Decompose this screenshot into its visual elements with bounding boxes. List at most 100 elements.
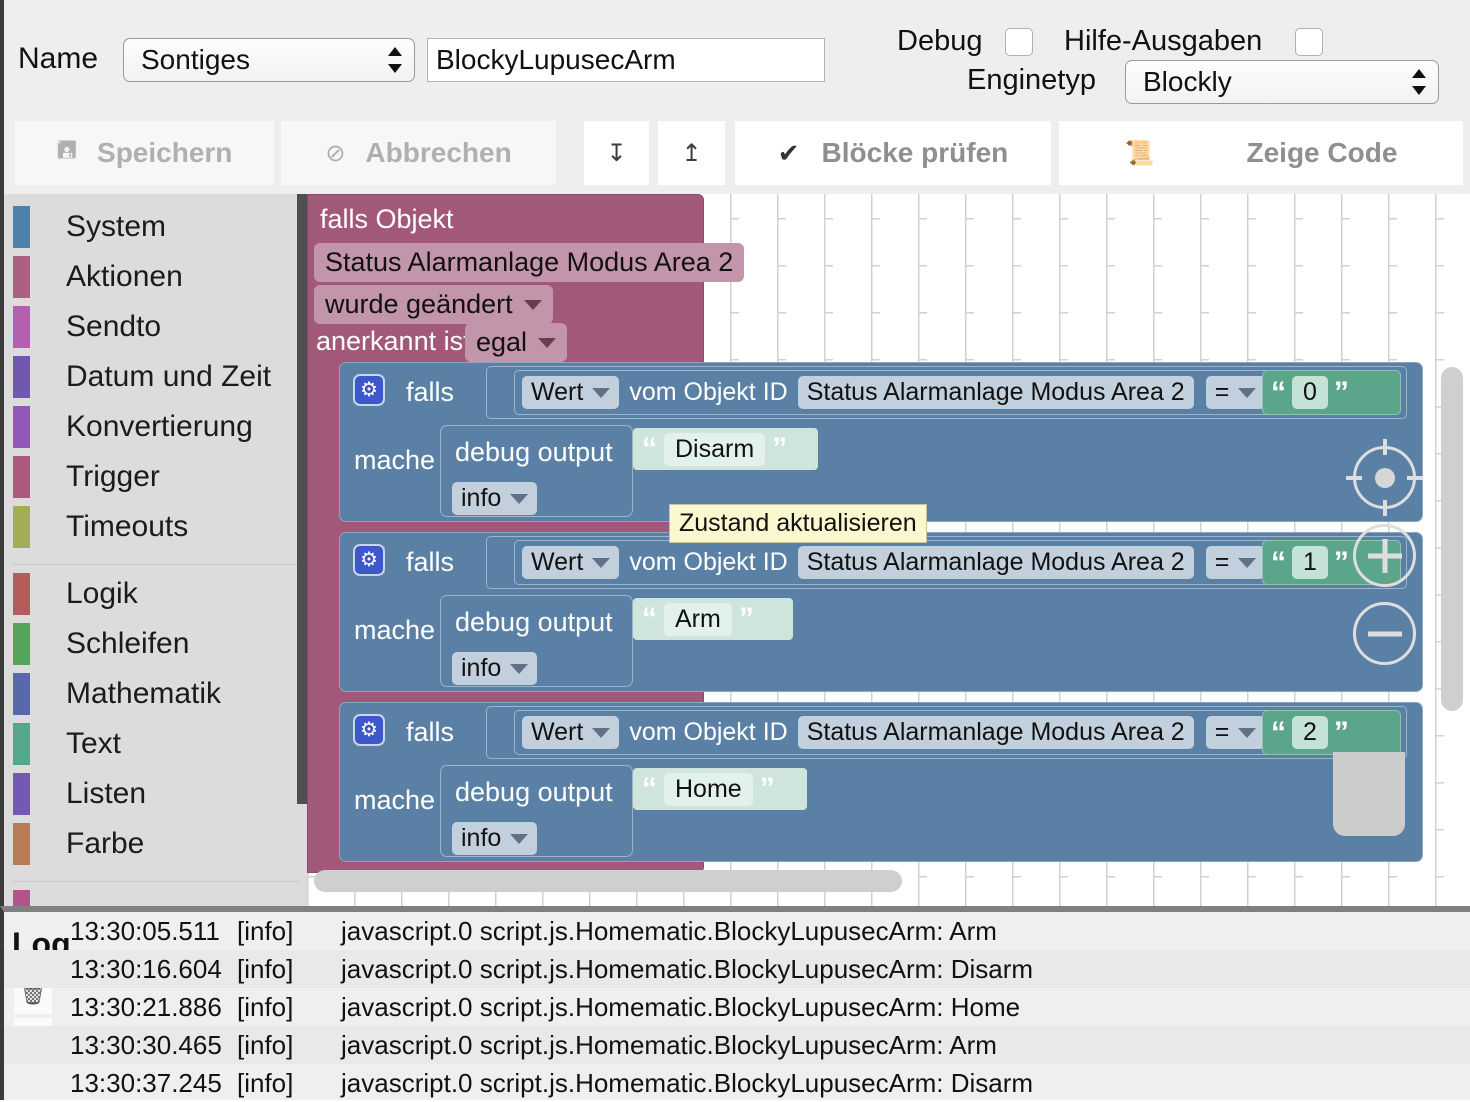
category-label: System bbox=[66, 210, 167, 243]
chevron-down-icon bbox=[523, 299, 542, 310]
script-category-select[interactable]: Sontiges bbox=[123, 38, 415, 82]
trigger-condition-value: wurde geändert bbox=[325, 289, 513, 319]
category-label: Schleifen bbox=[66, 627, 190, 660]
show-code-button[interactable]: 📜 Zeige Code bbox=[1059, 121, 1463, 185]
text-literal-value[interactable]: 0 bbox=[1292, 376, 1328, 409]
gear-icon[interactable]: ⚙ bbox=[353, 714, 385, 746]
cancel-icon: ⊘ bbox=[325, 139, 346, 167]
log-row[interactable]: 13:30:30.465 [info] javascript.0 script.… bbox=[4, 1026, 1470, 1064]
getter-type-dropdown[interactable]: Wert bbox=[522, 376, 620, 409]
blockly-canvas[interactable]: falls Objekt Status Alarmanlage Modus Ar… bbox=[307, 194, 1470, 906]
toolbox-category-schleifen[interactable]: Schleifen bbox=[4, 619, 307, 669]
enginetype-select[interactable]: Blockly bbox=[1125, 60, 1439, 104]
debug-output-block-2[interactable]: debug output info bbox=[440, 595, 633, 687]
toolbox-category-datum-und-zeit[interactable]: Datum und Zeit bbox=[4, 352, 307, 402]
tooltip: Zustand aktualisieren bbox=[669, 504, 927, 543]
debug-checkbox[interactable] bbox=[1005, 28, 1033, 56]
getter-object-field[interactable]: Status Alarmanlage Modus Area 2 bbox=[797, 716, 1194, 749]
log-timestamp: 13:30:37.245 bbox=[70, 1067, 222, 1098]
toolbox-category-partial[interactable] bbox=[4, 886, 307, 906]
toolbox-category-mathematik[interactable]: Mathematik bbox=[4, 669, 307, 719]
toolbox-category-system[interactable]: System bbox=[4, 202, 307, 252]
debug-level-dropdown[interactable]: info bbox=[452, 652, 538, 685]
debug-text-block-2[interactable]: “ Arm ” bbox=[633, 598, 793, 640]
log-row[interactable]: 13:30:16.604 [info] javascript.0 script.… bbox=[4, 950, 1470, 988]
zoom-out-icon[interactable] bbox=[1353, 602, 1416, 665]
save-button[interactable]: 🖪 Speichern bbox=[15, 121, 274, 185]
gear-icon[interactable]: ⚙ bbox=[353, 374, 385, 406]
toolbox-separator bbox=[12, 556, 299, 565]
debug-text-value[interactable]: Disarm bbox=[664, 432, 766, 466]
text-literal-value[interactable]: 2 bbox=[1292, 716, 1328, 749]
category-color-swatch bbox=[13, 306, 30, 348]
category-label: Text bbox=[66, 727, 122, 760]
import-button[interactable]: ↧ bbox=[584, 121, 649, 185]
debug-output-block-3[interactable]: debug output info bbox=[440, 765, 633, 857]
quote-close-icon: ” bbox=[738, 602, 754, 635]
trigger-ack-dropdown[interactable]: egal bbox=[465, 323, 568, 362]
log-row[interactable]: 13:30:21.886 [info] javascript.0 script.… bbox=[4, 988, 1470, 1026]
export-button[interactable]: ↥ bbox=[658, 121, 725, 185]
toolbox-category-trigger[interactable]: Trigger bbox=[4, 452, 307, 502]
text-literal-value[interactable]: 1 bbox=[1292, 546, 1328, 579]
trigger-title: falls Objekt bbox=[320, 204, 454, 234]
quote-close-icon: ” bbox=[759, 772, 775, 805]
toolbox-category-timeouts[interactable]: Timeouts bbox=[4, 502, 307, 552]
cancel-button[interactable]: ⊘ Abbrechen bbox=[281, 121, 556, 185]
log-timestamp: 13:30:16.604 bbox=[70, 953, 222, 984]
chevron-down-icon bbox=[592, 387, 611, 398]
zoom-reset-icon[interactable] bbox=[1346, 439, 1423, 516]
toolbox-category-logik[interactable]: Logik bbox=[4, 569, 307, 619]
show-code-label: Zeige Code bbox=[1246, 137, 1398, 168]
getter-type-value: Wert bbox=[531, 548, 584, 576]
category-color-swatch bbox=[13, 890, 30, 906]
operator-dropdown[interactable]: = bbox=[1205, 376, 1266, 409]
debug-level-dropdown[interactable]: info bbox=[452, 822, 538, 855]
debug-text-value[interactable]: Arm bbox=[664, 602, 732, 636]
getter-type-dropdown[interactable]: Wert bbox=[522, 716, 620, 749]
category-color-swatch bbox=[13, 823, 30, 865]
quote-open-icon: “ bbox=[1271, 715, 1286, 749]
toolbox-category-listen[interactable]: Listen bbox=[4, 769, 307, 819]
trigger-object-field[interactable]: Status Alarmanlage Modus Area 2 bbox=[314, 243, 745, 282]
checkmark-icon: ✔ bbox=[777, 137, 800, 168]
log-row[interactable]: 13:30:05.511 [info] javascript.0 script.… bbox=[4, 912, 1470, 950]
operator-dropdown[interactable]: = bbox=[1205, 716, 1266, 749]
getter-object-field[interactable]: Status Alarmanlage Modus Area 2 bbox=[797, 376, 1194, 409]
debug-text-block-3[interactable]: “ Home ” bbox=[633, 768, 807, 810]
debug-level-dropdown[interactable]: info bbox=[452, 482, 538, 515]
log-level: [info] bbox=[237, 1067, 294, 1098]
workspace-vertical-scrollbar[interactable] bbox=[1441, 367, 1463, 711]
toolbox-scrollbar[interactable] bbox=[297, 194, 307, 804]
trash-dropzone[interactable] bbox=[1333, 752, 1405, 836]
toolbox-category-farbe[interactable]: Farbe bbox=[4, 819, 307, 869]
toolbox-category-aktionen[interactable]: Aktionen bbox=[4, 252, 307, 302]
log-message: javascript.0 script.js.Homematic.BlockyL… bbox=[341, 915, 997, 946]
debug-text-value[interactable]: Home bbox=[664, 772, 753, 806]
toolbox-category-sendto[interactable]: Sendto bbox=[4, 302, 307, 352]
text-literal-block-3[interactable]: “ 2 ” bbox=[1262, 710, 1401, 755]
check-blocks-button[interactable]: ✔ Blöcke prüfen bbox=[735, 121, 1051, 185]
log-row[interactable]: 13:30:37.245 [info] javascript.0 script.… bbox=[4, 1064, 1470, 1102]
script-name-input[interactable]: BlockyLupusecArm bbox=[427, 38, 825, 82]
debug-output-block-1[interactable]: debug output info bbox=[440, 425, 633, 517]
operator-dropdown[interactable]: = bbox=[1205, 546, 1266, 579]
gear-icon[interactable]: ⚙ bbox=[353, 544, 385, 576]
debug-text-block-1[interactable]: “ Disarm ” bbox=[633, 428, 818, 470]
chevron-down-icon bbox=[510, 493, 529, 504]
blockly-toolbox[interactable]: System Aktionen Sendto Datum und Zeit Ko… bbox=[4, 194, 307, 906]
text-literal-block-1[interactable]: “ 0 ” bbox=[1262, 370, 1401, 415]
toolbox-category-konvertierung[interactable]: Konvertierung bbox=[4, 402, 307, 452]
quote-open-icon: “ bbox=[642, 602, 657, 635]
category-label: Timeouts bbox=[66, 510, 189, 543]
workspace-horizontal-scrollbar[interactable] bbox=[314, 870, 902, 892]
category-color-swatch bbox=[13, 723, 30, 765]
trigger-condition-dropdown[interactable]: wurde geändert bbox=[314, 285, 553, 324]
quote-close-icon: ” bbox=[1333, 375, 1349, 409]
category-color-swatch bbox=[13, 406, 30, 448]
help-output-checkbox[interactable] bbox=[1295, 28, 1323, 56]
toolbox-category-text[interactable]: Text bbox=[4, 719, 307, 769]
getter-object-field[interactable]: Status Alarmanlage Modus Area 2 bbox=[797, 546, 1194, 579]
getter-type-dropdown[interactable]: Wert bbox=[522, 546, 620, 579]
zoom-in-icon[interactable] bbox=[1353, 524, 1416, 587]
